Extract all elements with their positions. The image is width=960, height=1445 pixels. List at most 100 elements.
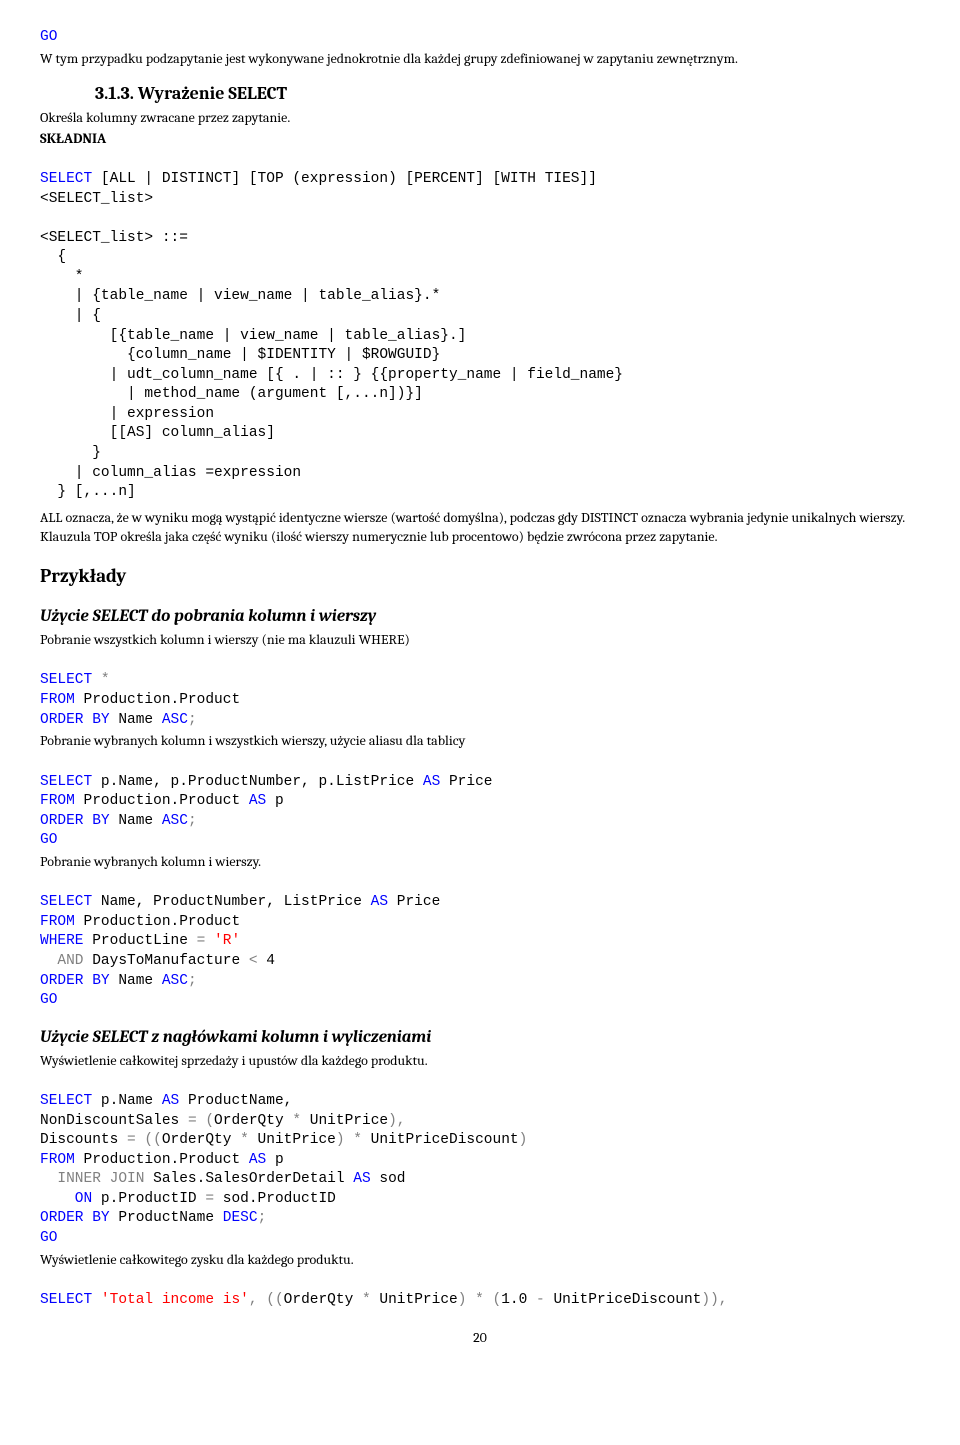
op-eq: = — [205, 1191, 214, 1207]
kw-as: AS — [249, 793, 266, 809]
op-star: * — [292, 1113, 301, 1129]
syntax-text: | expression — [40, 406, 214, 422]
ident: p — [266, 1152, 283, 1168]
ident: DaysToManufacture — [84, 953, 249, 969]
syntax-text: | { — [40, 308, 101, 324]
ident: UnitPrice — [249, 1132, 336, 1148]
examples-heading: Przykłady — [40, 564, 920, 590]
ident: Price — [388, 894, 440, 910]
syntax-text: [{table_name | view_name | table_alias}.… — [40, 328, 466, 344]
kw-select: SELECT — [40, 1292, 92, 1308]
example1-code3: SELECT Name, ProductNumber, ListPrice AS… — [40, 874, 920, 1011]
kw-orderby: ORDER BY — [40, 1210, 110, 1226]
op-semi: ; — [258, 1210, 267, 1226]
paren: ( — [205, 1113, 214, 1129]
op-semi: ; — [188, 813, 197, 829]
kw-select: SELECT — [40, 894, 92, 910]
kw-innerjoin: INNER JOIN — [40, 1171, 144, 1187]
ident: p — [266, 793, 283, 809]
kw-and: AND — [40, 953, 84, 969]
ident: Name — [110, 712, 162, 728]
syntax-text: [[AS] column_alias] — [40, 425, 275, 441]
paren: ) — [336, 1132, 345, 1148]
num-lit: 1.0 — [501, 1292, 536, 1308]
kw-from: FROM — [40, 793, 75, 809]
page-number: 20 — [40, 1329, 920, 1348]
all-distinct-desc: ALL oznacza, że w wyniku mogą wystąpić i… — [40, 509, 920, 547]
kw-select: SELECT — [40, 774, 92, 790]
kw-desc: DESC — [223, 1210, 258, 1226]
ident: sod — [371, 1171, 406, 1187]
ident: Sales.SalesOrderDetail — [144, 1171, 353, 1187]
ident: Name, ProductNumber, ListPrice — [92, 894, 370, 910]
kw-as: AS — [353, 1171, 370, 1187]
op-star: * — [240, 1132, 249, 1148]
ident: OrderQty — [162, 1132, 240, 1148]
kw-as: AS — [249, 1152, 266, 1168]
kw-orderby: ORDER BY — [40, 712, 110, 728]
syntax-text: | {table_name | view_name | table_alias}… — [40, 288, 440, 304]
op-star: * — [353, 1132, 362, 1148]
kw-go: GO — [40, 1230, 57, 1246]
paren: ( — [493, 1292, 502, 1308]
ident: Production.Product — [75, 1152, 249, 1168]
ident: OrderQty — [214, 1113, 292, 1129]
ident: UnitPriceDiscount — [545, 1292, 702, 1308]
kw-orderby: ORDER BY — [40, 813, 110, 829]
syntax-text: [ALL | DISTINCT] [TOP (expression) [PERC… — [92, 171, 597, 187]
kw-from: FROM — [40, 1152, 75, 1168]
paren: ), — [388, 1113, 405, 1129]
op-star: * — [475, 1292, 484, 1308]
sp — [205, 933, 214, 949]
kw-from: FROM — [40, 914, 75, 930]
kw-go: GO — [40, 992, 57, 1008]
example1-heading: Użycie SELECT do pobrania kolumn i wiers… — [40, 606, 920, 629]
num-lit: 4 — [258, 953, 275, 969]
example2-code2: SELECT 'Total income is', ((OrderQty * U… — [40, 1271, 920, 1310]
kw-asc: ASC — [162, 973, 188, 989]
paren: (( — [144, 1132, 161, 1148]
example2-heading: Użycie SELECT z nagłówkami kolumn i wyli… — [40, 1027, 920, 1050]
ident: ProductName, — [179, 1093, 292, 1109]
ident: UnitPriceDiscount — [362, 1132, 519, 1148]
ident: Production.Product — [75, 793, 249, 809]
ident: Production.Product — [75, 914, 240, 930]
example2-p1: Wyświetlenie całkowitej sprzedaży i upus… — [40, 1052, 920, 1071]
ident: p.Name, p.ProductNumber, p.ListPrice — [92, 774, 423, 790]
syntax-text: { — [40, 249, 66, 265]
syntax-text: } [,...n] — [40, 484, 136, 500]
syntax-text: } — [40, 445, 101, 461]
kw-asc: ASC — [162, 813, 188, 829]
op-eq: = — [127, 1132, 136, 1148]
example1-code2: SELECT p.Name, p.ProductNumber, p.ListPr… — [40, 753, 920, 851]
kw-select: SELECT — [40, 672, 92, 688]
ident: Production.Product — [75, 692, 240, 708]
ident: UnitPrice — [301, 1113, 388, 1129]
ident: UnitPrice — [371, 1292, 458, 1308]
syntax-text: * — [40, 269, 84, 285]
keyword-go: GO — [40, 29, 57, 45]
op-comma: , — [249, 1292, 258, 1308]
ident: Discounts — [40, 1132, 127, 1148]
paren: ) — [519, 1132, 528, 1148]
syntax-text: <SELECT_list> ::= — [40, 230, 188, 246]
skladnia-label: SKŁADNIA — [40, 130, 920, 149]
sp — [484, 1292, 493, 1308]
kw-where: WHERE — [40, 933, 84, 949]
sp — [258, 1292, 267, 1308]
example1-p3: Pobranie wybranych kolumn i wierszy. — [40, 853, 920, 872]
op-lt: < — [249, 953, 258, 969]
syntax-text: {column_name | $IDENTITY | $ROWGUID} — [40, 347, 440, 363]
section-heading-313: 3.1.3. Wyrażenie SELECT — [95, 82, 920, 106]
op-star: * — [362, 1292, 371, 1308]
op-star: * — [92, 672, 109, 688]
example2-p2: Wyświetlenie całkowitego zysku dla każde… — [40, 1251, 920, 1270]
op-minus: - — [536, 1292, 545, 1308]
syntax-text: <SELECT_list> — [40, 191, 153, 207]
sp — [466, 1292, 475, 1308]
op-semi: ; — [188, 712, 197, 728]
kw-from: FROM — [40, 692, 75, 708]
kw-select: SELECT — [40, 171, 92, 187]
ident: NonDiscountSales — [40, 1113, 188, 1129]
example1-p2: Pobranie wybranych kolumn i wszystkich w… — [40, 732, 920, 751]
